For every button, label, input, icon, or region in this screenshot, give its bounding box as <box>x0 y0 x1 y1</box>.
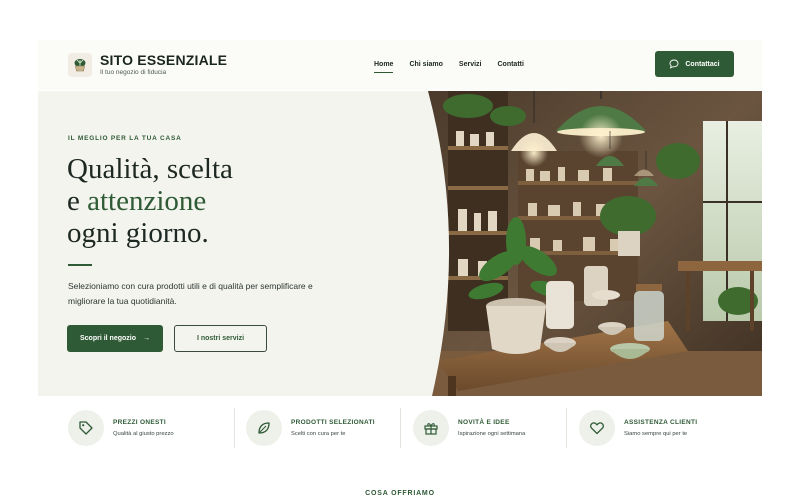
hero-eyebrow: IL MEGLIO PER LA TUA CASA <box>68 135 182 142</box>
contact-button-label: Contattaci <box>685 60 720 68</box>
feature-divider <box>566 408 567 448</box>
nav-item-contatti[interactable]: Contatti <box>497 61 523 73</box>
hero-description: Selezioniamo con cura prodotti utili e d… <box>68 281 313 306</box>
feature-icon-wrap <box>68 410 104 446</box>
hero-divider <box>68 264 92 266</box>
feature-title: NOVITÀ E IDEE <box>458 419 510 426</box>
feature-selected-products: PRODOTTI SELEZIONATI Scelti con cura per… <box>246 408 406 450</box>
nav-item-home[interactable]: Home <box>374 61 394 73</box>
headline-accent-word: attenzione <box>87 185 207 217</box>
discover-shop-label: Scopri il negozio <box>79 335 136 342</box>
feature-subtitle: Qualità al giusto prezzo <box>113 431 174 437</box>
feature-icon-wrap <box>579 410 615 446</box>
feature-icon-wrap <box>413 410 449 446</box>
contact-button[interactable]: Contattaci <box>655 51 734 77</box>
plant-pot-icon <box>74 59 86 72</box>
feature-divider <box>234 408 235 448</box>
feature-title: PREZZI ONESTI <box>113 419 167 426</box>
feature-subtitle: Ispirazione ogni settimana <box>458 431 526 437</box>
brand-title[interactable]: SITO ESSENZIALE <box>100 52 227 68</box>
our-services-label: I nostri servizi <box>196 335 245 342</box>
hero-section: IL MEGLIO PER LA TUA CASA Qualità, scelt… <box>38 91 762 396</box>
feature-subtitle: Siamo sempre qui per te <box>624 431 688 437</box>
chat-bubble-icon <box>669 59 679 69</box>
logo[interactable] <box>68 53 92 77</box>
price-tag-icon <box>79 421 93 435</box>
headline-line-1: Qualità, scelta <box>67 153 233 185</box>
brand-subtitle: Il tuo negozio di fiducia <box>100 69 167 76</box>
nav-item-servizi[interactable]: Servizi <box>459 61 482 73</box>
feature-icon-wrap <box>246 410 282 446</box>
feature-news-ideas: NOVITÀ E IDEE Ispirazione ogni settimana <box>413 408 573 450</box>
site-header: SITO ESSENZIALE Il tuo negozio di fiduci… <box>38 40 762 90</box>
feature-title: PRODOTTI SELEZIONATI <box>291 419 375 426</box>
page: SITO ESSENZIALE Il tuo negozio di fiduci… <box>0 0 800 500</box>
feature-subtitle: Scelti con cura per te <box>291 431 346 437</box>
feature-divider <box>400 408 401 448</box>
headline-line-3: ogni giorno. <box>67 217 209 249</box>
hero-headline: Qualità, scelta e attenzione ogni giorno… <box>67 153 233 249</box>
headline-line-2-prefix: e <box>67 185 88 217</box>
nav-item-chi-siamo[interactable]: Chi siamo <box>409 61 442 73</box>
feature-title: ASSISTENZA CLIENTI <box>624 419 698 426</box>
gift-icon <box>424 423 438 435</box>
discover-shop-button[interactable]: Scopri il negozio → <box>67 325 163 352</box>
section-label: COSA OFFRIAMO <box>365 490 435 497</box>
headline-line-2: e attenzione <box>67 185 233 217</box>
features-strip: PREZZI ONESTI Qualità al giusto prezzo P… <box>38 400 762 455</box>
heart-icon <box>590 422 604 435</box>
feature-customer-support: ASSISTENZA CLIENTI Siamo sempre qui per … <box>579 408 749 450</box>
arrow-right-icon: → <box>143 335 150 342</box>
feature-honest-prices: PREZZI ONESTI Qualità al giusto prezzo <box>68 408 228 450</box>
main-nav: Home Chi siamo Servizi Contatti <box>374 61 524 73</box>
our-services-button[interactable]: I nostri servizi <box>174 325 267 352</box>
leaf-icon <box>258 422 270 434</box>
